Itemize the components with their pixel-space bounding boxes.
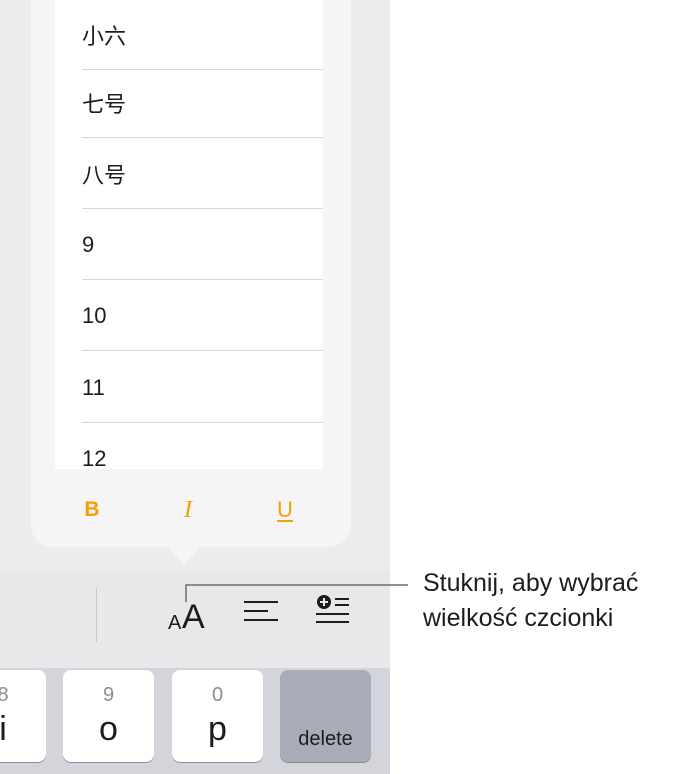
callout-text: Stuknij, aby wybrać wielkość czcionki bbox=[423, 566, 638, 636]
callout-line-1: Stuknij, aby wybrać bbox=[423, 569, 639, 597]
callout-line-2: wielkość czcionki bbox=[423, 604, 614, 632]
callout-line bbox=[185, 584, 408, 602]
